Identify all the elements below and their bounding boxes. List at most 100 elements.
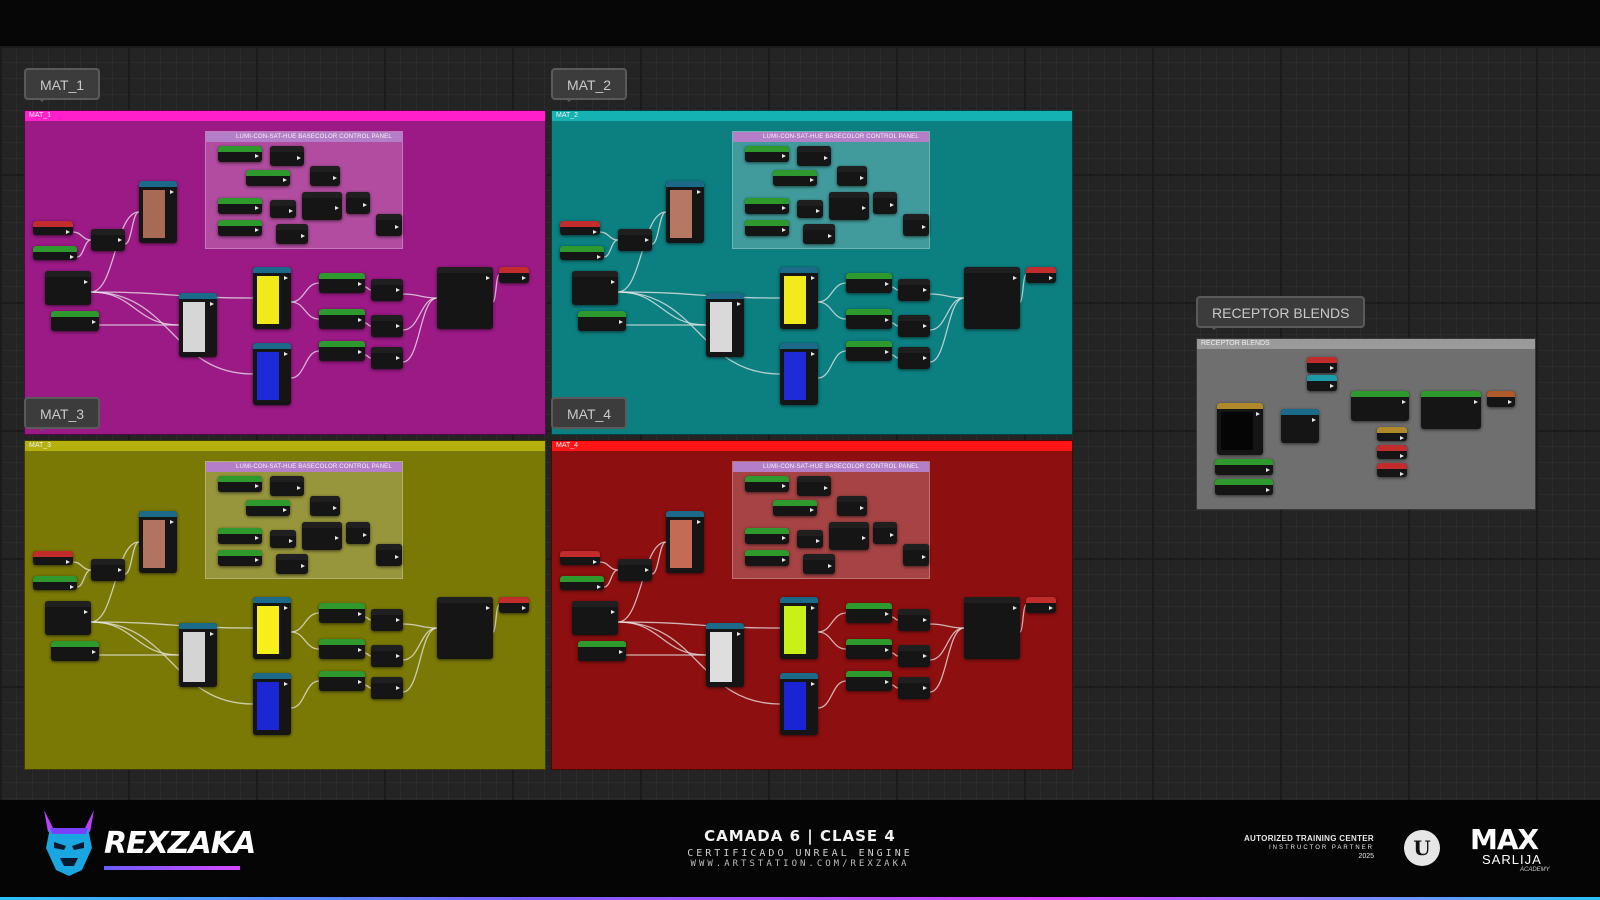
node-output-pin[interactable]	[923, 356, 927, 360]
receptor-box[interactable]: RECEPTOR BLENDS	[1196, 338, 1536, 510]
panel-node[interactable]	[270, 530, 296, 548]
comment-tag-3[interactable]: MAT_4	[551, 397, 628, 431]
receptor-node[interactable]	[1215, 459, 1273, 475]
panel-node[interactable]	[873, 522, 897, 544]
graph-node[interactable]	[33, 221, 73, 235]
graph-node[interactable]	[51, 641, 99, 661]
node-output-pin[interactable]	[522, 276, 526, 280]
node-output-pin[interactable]	[885, 318, 889, 322]
graph-node[interactable]	[51, 311, 99, 331]
node-output-pin[interactable]	[363, 203, 367, 207]
texture-node[interactable]	[706, 623, 744, 687]
node-output-pin[interactable]	[1312, 418, 1316, 422]
node-output-pin[interactable]	[92, 650, 96, 654]
graph-node[interactable]	[898, 677, 930, 699]
node-output-pin[interactable]	[486, 276, 490, 280]
receptor-node[interactable]	[1281, 409, 1319, 443]
graph-node[interactable]	[319, 603, 365, 623]
panel-node[interactable]	[797, 476, 831, 496]
receptor-node[interactable]	[1351, 391, 1409, 421]
control-panel-2[interactable]: LUMI-CON-SAT-HUE BASECOLOR CONTROL PANEL	[205, 461, 403, 579]
control-panel-0[interactable]: LUMI-CON-SAT-HUE BASECOLOR CONTROL PANEL	[205, 131, 403, 249]
node-output-pin[interactable]	[782, 154, 786, 158]
node-output-pin[interactable]	[860, 506, 864, 510]
panel-node[interactable]	[797, 146, 831, 166]
graph-node[interactable]	[319, 341, 365, 361]
node-output-pin[interactable]	[289, 539, 293, 543]
texture-node[interactable]	[253, 343, 291, 405]
graph-node[interactable]	[371, 347, 403, 369]
panel-node[interactable]	[829, 522, 869, 550]
node-output-pin[interactable]	[92, 320, 96, 324]
graph-node[interactable]	[319, 639, 365, 659]
receptor-node[interactable]	[1377, 445, 1407, 459]
node-output-pin[interactable]	[811, 606, 815, 610]
receptor-node[interactable]	[1377, 463, 1407, 477]
graph-node[interactable]	[618, 229, 652, 251]
panel-node[interactable]	[376, 214, 402, 236]
graph-node[interactable]	[33, 551, 73, 565]
node-output-pin[interactable]	[522, 606, 526, 610]
comment-box-1[interactable]: MAT_2 LUMI-CON-SAT-HUE BASECOLOR CONTROL …	[551, 110, 1073, 435]
node-output-pin[interactable]	[333, 176, 337, 180]
node-output-pin[interactable]	[923, 618, 927, 622]
panel-node[interactable]	[218, 146, 262, 162]
texture-node[interactable]	[253, 673, 291, 735]
node-output-pin[interactable]	[810, 178, 814, 182]
graph-node[interactable]	[33, 246, 77, 260]
graph-node[interactable]	[560, 551, 600, 565]
node-output-pin[interactable]	[611, 610, 615, 614]
panel-node[interactable]	[310, 496, 340, 516]
panel-node[interactable]	[903, 544, 929, 566]
node-output-pin[interactable]	[885, 648, 889, 652]
texture-node[interactable]	[253, 597, 291, 659]
control-panel-3[interactable]: LUMI-CON-SAT-HUE BASECOLOR CONTROL PANEL	[732, 461, 930, 579]
graph-node[interactable]	[898, 315, 930, 337]
node-output-pin[interactable]	[335, 206, 339, 210]
receptor-node[interactable]	[1307, 357, 1337, 373]
receptor-node[interactable]	[1307, 375, 1337, 391]
panel-node[interactable]	[218, 528, 262, 544]
node-output-pin[interactable]	[255, 536, 259, 540]
node-output-pin[interactable]	[619, 320, 623, 324]
receptor-node[interactable]	[1215, 479, 1273, 495]
node-output-pin[interactable]	[70, 585, 74, 589]
graph-node[interactable]	[846, 671, 892, 691]
panel-node[interactable]	[745, 476, 789, 492]
node-output-pin[interactable]	[1330, 384, 1334, 388]
node-output-pin[interactable]	[885, 350, 889, 354]
graph-node[interactable]	[371, 609, 403, 631]
node-output-pin[interactable]	[283, 178, 287, 182]
node-output-pin[interactable]	[255, 206, 259, 210]
graph-node[interactable]	[898, 609, 930, 631]
graph-node[interactable]	[1026, 267, 1056, 283]
panel-node[interactable]	[276, 554, 308, 574]
graph-node[interactable]	[319, 273, 365, 293]
node-output-pin[interactable]	[297, 486, 301, 490]
node-output-pin[interactable]	[335, 536, 339, 540]
graph-node[interactable]	[618, 559, 652, 581]
node-output-pin[interactable]	[358, 648, 362, 652]
node-output-pin[interactable]	[782, 228, 786, 232]
node-output-pin[interactable]	[923, 324, 927, 328]
texture-node[interactable]	[780, 673, 818, 735]
node-output-pin[interactable]	[284, 276, 288, 280]
node-output-pin[interactable]	[811, 352, 815, 356]
graph-node[interactable]	[437, 597, 493, 659]
node-output-pin[interactable]	[1013, 276, 1017, 280]
node-output-pin[interactable]	[885, 680, 889, 684]
panel-node[interactable]	[218, 550, 262, 566]
node-output-pin[interactable]	[782, 558, 786, 562]
receptor-tag[interactable]: RECEPTOR BLENDS	[1196, 296, 1366, 330]
node-output-pin[interactable]	[1266, 488, 1270, 492]
panel-node[interactable]	[346, 522, 370, 544]
panel-node[interactable]	[246, 500, 290, 516]
graph-node[interactable]	[846, 309, 892, 329]
node-output-pin[interactable]	[1400, 436, 1404, 440]
texture-node[interactable]	[666, 181, 704, 243]
node-output-pin[interactable]	[170, 190, 174, 194]
node-output-pin[interactable]	[358, 282, 362, 286]
node-output-pin[interactable]	[737, 302, 741, 306]
node-output-pin[interactable]	[810, 508, 814, 512]
node-output-pin[interactable]	[84, 610, 88, 614]
